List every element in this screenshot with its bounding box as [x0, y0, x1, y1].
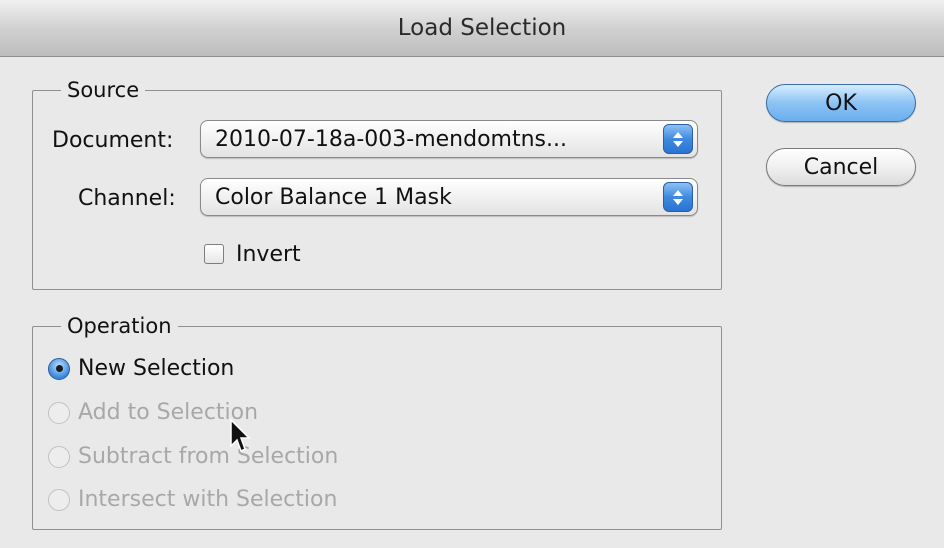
- radio-label: New Selection: [78, 356, 235, 381]
- title-bar: Load Selection: [0, 0, 944, 57]
- load-selection-dialog: Load Selection Source Document: 2010-07-…: [0, 0, 944, 548]
- channel-label: Channel:: [78, 186, 176, 211]
- mouse-pointer-icon: [230, 418, 251, 453]
- up-down-arrows-icon: [663, 182, 693, 212]
- document-value: 2010-07-18a-003-mendomtns...: [215, 126, 567, 152]
- radio-subtract-from-selection[interactable]: Subtract from Selection: [48, 444, 338, 469]
- radio-button[interactable]: [48, 445, 70, 468]
- radio-intersect-with-selection[interactable]: Intersect with Selection: [48, 487, 337, 512]
- radio-button[interactable]: [48, 401, 70, 424]
- radio-add-to-selection[interactable]: Add to Selection: [48, 400, 258, 425]
- radio-button[interactable]: [48, 357, 70, 380]
- operation-legend: Operation: [67, 314, 172, 338]
- document-label: Document:: [52, 128, 174, 153]
- up-down-arrows-icon: [663, 124, 693, 154]
- source-legend: Source: [67, 78, 140, 102]
- channel-popup[interactable]: Color Balance 1 Mask: [200, 178, 698, 216]
- radio-label: Subtract from Selection: [78, 444, 339, 469]
- radio-new-selection[interactable]: New Selection: [48, 356, 234, 381]
- invert-label: Invert: [236, 242, 301, 267]
- channel-value: Color Balance 1 Mask: [215, 184, 452, 210]
- document-popup[interactable]: 2010-07-18a-003-mendomtns...: [200, 120, 698, 158]
- invert-checkbox[interactable]: [204, 244, 224, 264]
- cancel-button[interactable]: Cancel: [766, 148, 916, 186]
- ok-button[interactable]: OK: [766, 84, 916, 122]
- dialog-title: Load Selection: [397, 15, 567, 41]
- radio-button[interactable]: [48, 488, 70, 511]
- radio-label: Intersect with Selection: [78, 487, 338, 512]
